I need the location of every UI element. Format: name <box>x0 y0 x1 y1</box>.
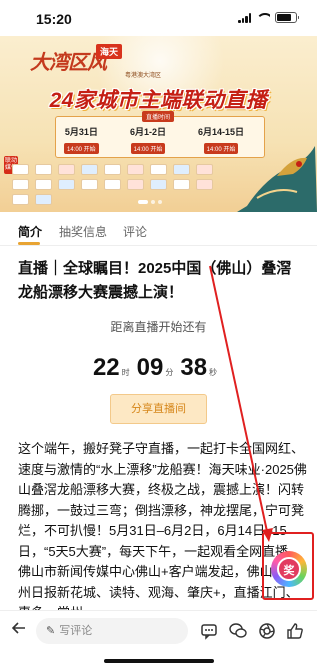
schedule-date: 5月31日 <box>64 127 98 137</box>
tab-lottery[interactable]: 抽奖信息 <box>59 223 107 240</box>
comment-placeholder: 写评论 <box>59 625 93 637</box>
bottom-action-bar: ✎ 写评论 <box>0 610 317 650</box>
share-camera-icon[interactable] <box>257 621 277 641</box>
article-title: 直播｜全球瞩目！2025中国（佛山）叠滘龙船漂移大赛震撼上演！ <box>18 260 292 301</box>
comment-input[interactable]: ✎ 写评论 <box>36 618 188 644</box>
tab-comments[interactable]: 评论 <box>123 223 147 240</box>
like-icon[interactable] <box>285 621 305 641</box>
banner-schedule: 直播时间 5月31日 14:00 开始 6月1-2日 14:00 开始 6月14… <box>55 111 265 158</box>
partner-logos <box>12 164 232 205</box>
countdown-minutes-unit: 分 <box>165 368 174 377</box>
lottery-float-button[interactable]: 奖 <box>271 551 307 587</box>
lottery-float-label: 奖 <box>277 557 301 581</box>
battery-icon <box>275 12 299 23</box>
schedule-item: 5月31日 14:00 开始 <box>64 125 99 156</box>
active-tab-indicator <box>18 242 40 245</box>
content-tabs: 简介 抽奖信息 评论 <box>0 212 317 246</box>
wechat-icon[interactable] <box>228 621 248 641</box>
wifi-icon <box>256 12 270 23</box>
back-icon[interactable] <box>11 621 26 640</box>
status-icons <box>238 12 299 23</box>
signal-icon <box>238 12 251 23</box>
dragon-boat-illustration <box>237 146 317 212</box>
pen-icon: ✎ <box>46 625 56 637</box>
share-live-button[interactable]: 分享直播间 <box>110 394 207 424</box>
schedule-label: 直播时间 <box>142 111 175 122</box>
countdown-timer: 22 时 09 分 38 秒 <box>0 354 317 382</box>
countdown-hours: 22 <box>92 354 120 381</box>
countdown-label: 距离直播开始还有 <box>110 320 207 334</box>
banner-title: 24家城市主端联动直播 <box>49 89 268 112</box>
tab-intro[interactable]: 简介 <box>18 223 42 240</box>
countdown-minutes: 09 <box>136 354 164 381</box>
countdown-seconds: 38 <box>180 354 208 381</box>
live-banner[interactable]: 大湾区风 海天 粤港澳大湾区 24家城市主端联动直播 直播时间 5月31日 14… <box>0 36 317 212</box>
schedule-date: 6月1-2日 <box>130 127 167 137</box>
countdown-seconds-unit: 秒 <box>209 368 218 377</box>
schedule-item: 6月1-2日 14:00 开始 <box>130 125 166 156</box>
schedule-time: 14:00 开始 <box>64 143 99 154</box>
banner-logo-sub: 粤港澳大湾区 <box>125 73 162 79</box>
banner-logo-text: 大湾区风 <box>30 50 107 74</box>
banner-logo-badge: 海天 <box>96 44 123 59</box>
home-indicator <box>104 659 214 663</box>
status-bar: 15:20 <box>0 0 317 36</box>
countdown-hours-unit: 时 <box>121 368 130 377</box>
status-time: 15:20 <box>36 11 72 27</box>
schedule-time: 14:00 开始 <box>130 143 166 154</box>
banner-pager <box>138 200 162 204</box>
comment-icon[interactable] <box>199 621 219 641</box>
schedule-time: 14:00 开始 <box>203 143 239 154</box>
